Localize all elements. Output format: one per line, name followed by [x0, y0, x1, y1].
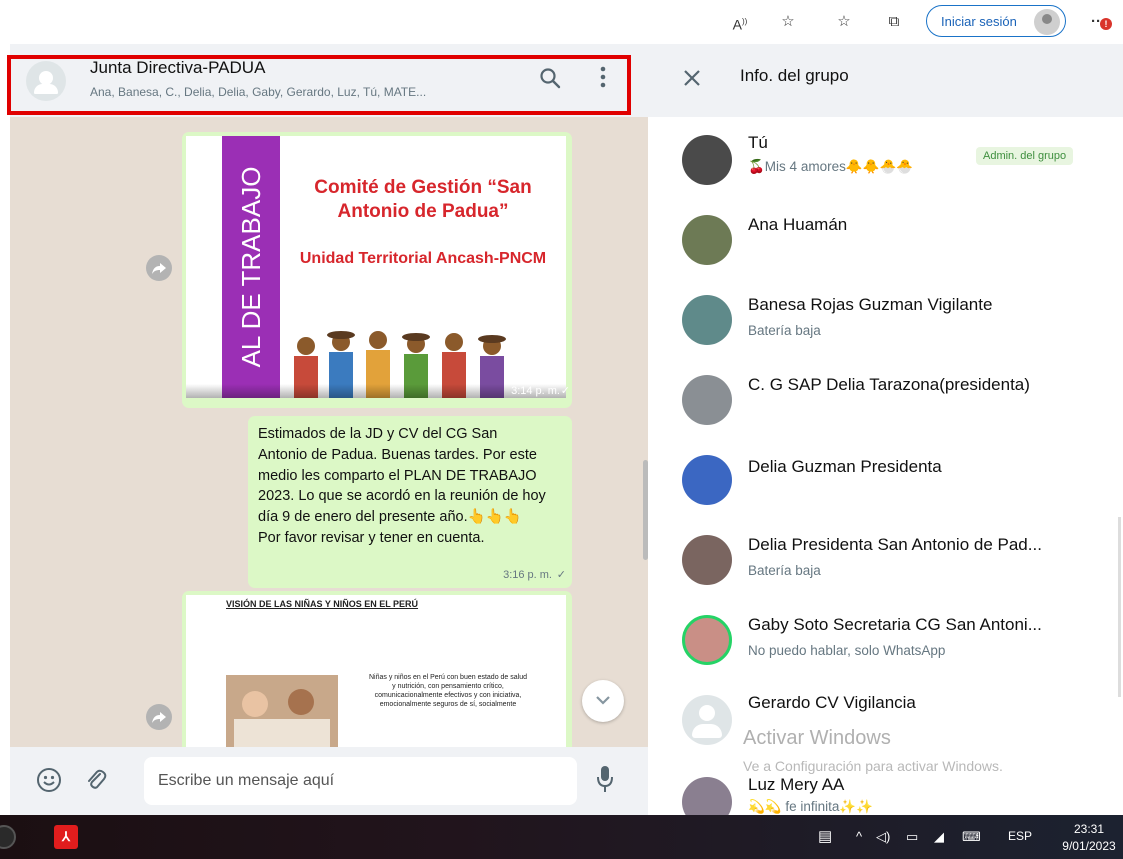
- message-input-box[interactable]: [144, 757, 577, 805]
- emoji-icon[interactable]: [36, 767, 62, 793]
- participant-item[interactable]: Delia Guzman Presidenta: [648, 447, 1123, 527]
- avatar: [682, 615, 732, 665]
- slide-title: VISIÓN DE LAS NIÑAS Y NIÑOS EN EL PERÚ: [226, 599, 419, 609]
- profile-avatar-icon: [1034, 9, 1060, 35]
- chevron-up-icon[interactable]: ^: [856, 829, 862, 844]
- browser-taskbar-icon[interactable]: [0, 825, 16, 849]
- clock-date: 9/01/2023: [1062, 839, 1116, 853]
- participant-item[interactable]: Gaby Soto Secretaria CG San Antoni... No…: [648, 607, 1123, 687]
- participant-item[interactable]: Tú 🍒Mis 4 amores🐥🐥🐣🐣 Admin. del grupo: [648, 129, 1123, 209]
- forward-icon[interactable]: [146, 704, 172, 730]
- keyboard-icon[interactable]: ⌨: [962, 829, 981, 845]
- message-text: Estimados de la JD y CV del CG San Anton…: [258, 426, 546, 546]
- scroll-down-button[interactable]: [582, 680, 624, 722]
- slide-image[interactable]: AL DE TRABAJO Comité de Gestión “San Ant…: [186, 136, 566, 398]
- text-message[interactable]: Estimados de la JD y CV del CG San Anton…: [248, 416, 572, 588]
- avatar: [682, 535, 732, 585]
- pdf-reader-icon[interactable]: ⅄: [54, 825, 78, 849]
- participant-name: Tú: [748, 133, 768, 152]
- participant-status: 💫💫 fe infinita✨✨: [748, 799, 874, 814]
- participant-name: Ana Huamán: [748, 215, 848, 234]
- participant-status: No puedo hablar, solo WhatsApp: [748, 643, 946, 658]
- sent-check-icon: ✓: [556, 569, 566, 581]
- participant-name: C. G SAP Delia Tarazona(presidenta): [748, 375, 1030, 394]
- battery-icon[interactable]: ▭: [906, 829, 918, 845]
- participant-name: Delia Guzman Presidenta: [748, 457, 942, 476]
- notification-badge: !: [1100, 18, 1112, 30]
- avatar: [682, 295, 732, 345]
- highlight-box: [7, 55, 631, 115]
- read-aloud-icon[interactable]: A)): [728, 10, 752, 34]
- favorite-add-icon[interactable]: ☆: [776, 10, 800, 34]
- taskbar: ⅄ ▤ ^ ◁) ▭ ◢ ⌨ ESP 23:31 9/01/2023: [0, 815, 1123, 859]
- participant-item[interactable]: C. G SAP Delia Tarazona(presidenta): [648, 367, 1123, 447]
- message-input[interactable]: [158, 769, 558, 793]
- language-indicator[interactable]: ESP: [1008, 829, 1032, 843]
- microphone-icon[interactable]: [596, 764, 614, 794]
- info-scrollbar[interactable]: [1118, 517, 1121, 697]
- slide-subtitle: Unidad Territorial Ancash-PNCM: [299, 250, 547, 267]
- message-time: 3:14 p. m.: [511, 385, 560, 397]
- participant-name: Gerardo CV Vigilancia: [748, 693, 916, 712]
- participant-name: Luz Mery AA: [748, 775, 845, 794]
- clock-time: 23:31: [1073, 822, 1105, 836]
- participant-name: Gaby Soto Secretaria CG San Antoni...: [748, 615, 1042, 634]
- screen: A)) ☆ ☆ ⧉ Iniciar sesión ·· ! Junta Dire…: [0, 0, 1123, 859]
- chevron-down-icon: [596, 696, 610, 705]
- volume-icon[interactable]: ◁): [876, 829, 890, 845]
- attach-icon[interactable]: [84, 767, 108, 793]
- close-icon[interactable]: [682, 68, 702, 88]
- group-info-header: Info. del grupo: [648, 44, 1123, 117]
- sign-in-button[interactable]: Iniciar sesión: [926, 5, 1066, 37]
- image-message[interactable]: AL DE TRABAJO Comité de Gestión “San Ant…: [182, 132, 572, 408]
- sent-check-icon: ✓: [560, 385, 570, 397]
- avatar: [682, 455, 732, 505]
- image-message[interactable]: VISIÓN DE LAS NIÑAS Y NIÑOS EN EL PERÚ N…: [182, 591, 572, 747]
- news-widget-icon[interactable]: ▤: [818, 827, 832, 845]
- favorites-icon[interactable]: ☆: [832, 10, 856, 34]
- avatar: [682, 135, 732, 185]
- activate-windows-title: Activar Windows: [743, 727, 891, 749]
- wifi-icon[interactable]: ◢: [934, 829, 944, 845]
- chat-messages-area[interactable]: AL DE TRABAJO Comité de Gestión “San Ant…: [10, 117, 648, 747]
- activate-windows-subtitle: Ve a Configuración para activar Windows.: [743, 758, 1003, 774]
- avatar: [682, 375, 732, 425]
- children-photo: [226, 675, 338, 747]
- avatar: [682, 777, 732, 815]
- participant-status: 🍒Mis 4 amores🐥🐥🐣🐣: [748, 159, 914, 174]
- participant-item[interactable]: Delia Presidenta San Antonio de Pad... B…: [648, 527, 1123, 607]
- slide-title: Comité de Gestión “San Antonio de Padua”: [314, 177, 532, 222]
- message-time: 3:16 p. m.: [503, 569, 552, 581]
- image-shade: [186, 384, 566, 398]
- participant-item[interactable]: Luz Mery AA 💫💫 fe infinita✨✨: [648, 767, 1123, 815]
- participant-status: Batería baja: [748, 563, 821, 578]
- browser-toolbar: A)) ☆ ☆ ⧉ Iniciar sesión ·· !: [0, 0, 1123, 44]
- slide-body-text: Niñas y niños en el Perú con buen estado…: [369, 674, 527, 708]
- collections-icon[interactable]: ⧉: [882, 10, 906, 34]
- participants-list: Tú 🍒Mis 4 amores🐥🐥🐣🐣 Admin. del grupo An…: [648, 117, 1123, 815]
- slide-image[interactable]: VISIÓN DE LAS NIÑAS Y NIÑOS EN EL PERÚ N…: [186, 595, 566, 747]
- participant-item[interactable]: Banesa Rojas Guzman Vigilante Batería ba…: [648, 287, 1123, 367]
- participant-status: Batería baja: [748, 323, 821, 338]
- avatar: [682, 695, 732, 745]
- admin-badge: Admin. del grupo: [976, 147, 1074, 165]
- message-composer: [10, 747, 648, 815]
- participant-item[interactable]: Ana Huamán: [648, 207, 1123, 287]
- avatar: [682, 215, 732, 265]
- participant-name: Delia Presidenta San Antonio de Pad...: [748, 535, 1042, 554]
- participant-name: Banesa Rojas Guzman Vigilante: [748, 295, 993, 314]
- clock[interactable]: 23:31 9/01/2023: [1060, 821, 1118, 855]
- sign-in-label: Iniciar sesión: [941, 14, 1017, 29]
- group-info-title: Info. del grupo: [740, 66, 849, 85]
- slide-vertical-text: AL DE TRABAJO: [236, 166, 266, 368]
- forward-icon[interactable]: [146, 255, 172, 281]
